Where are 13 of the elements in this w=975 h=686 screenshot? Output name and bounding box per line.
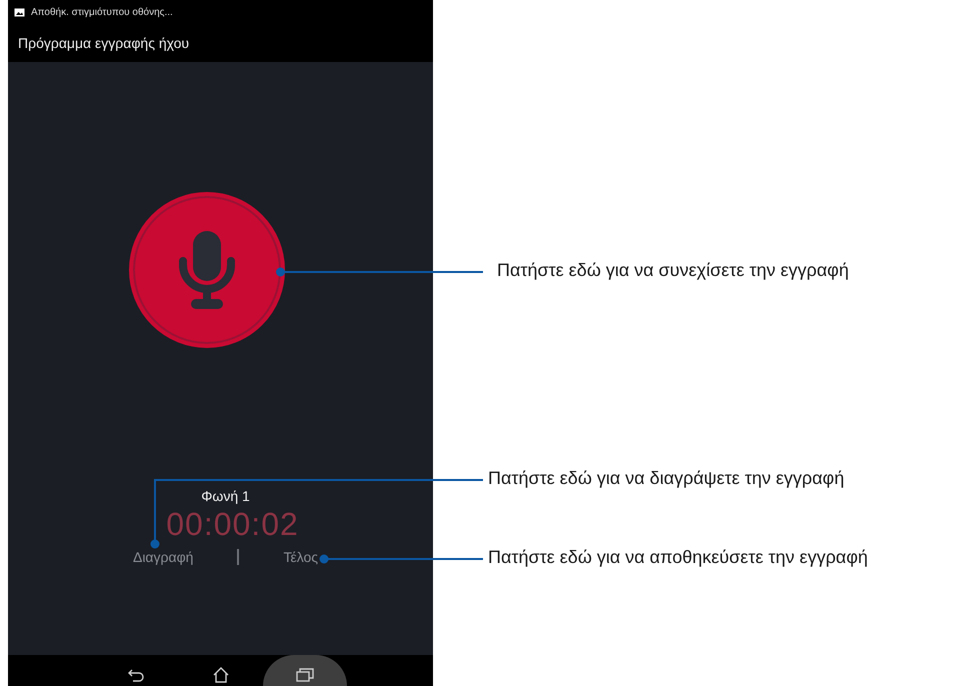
callout-text: Πατήστε εδώ για να διαγράψετε την εγγραφή (488, 468, 844, 489)
timer-text: 00:00:02 (166, 506, 299, 543)
callout-text: Πατήστε εδώ για να συνεχίσετε την εγγραφή (497, 260, 849, 281)
recording-name: Φωνή 1 (201, 488, 250, 504)
delete-button[interactable]: Διαγραφή (132, 547, 194, 567)
recents-icon (296, 666, 314, 683)
notification-text: Αποθήκ. στιγμιότυπου οθόνης... (31, 6, 173, 18)
app-title: Πρόγραμμα εγγραφής ήχου (18, 35, 190, 51)
home-icon (212, 666, 230, 683)
image-icon (14, 8, 25, 16)
done-button[interactable]: Τέλος (283, 547, 318, 567)
microphone-icon (178, 231, 234, 309)
callout-text: Πατήστε εδώ για να αποθηκεύσετε την εγγραφή (488, 547, 868, 568)
